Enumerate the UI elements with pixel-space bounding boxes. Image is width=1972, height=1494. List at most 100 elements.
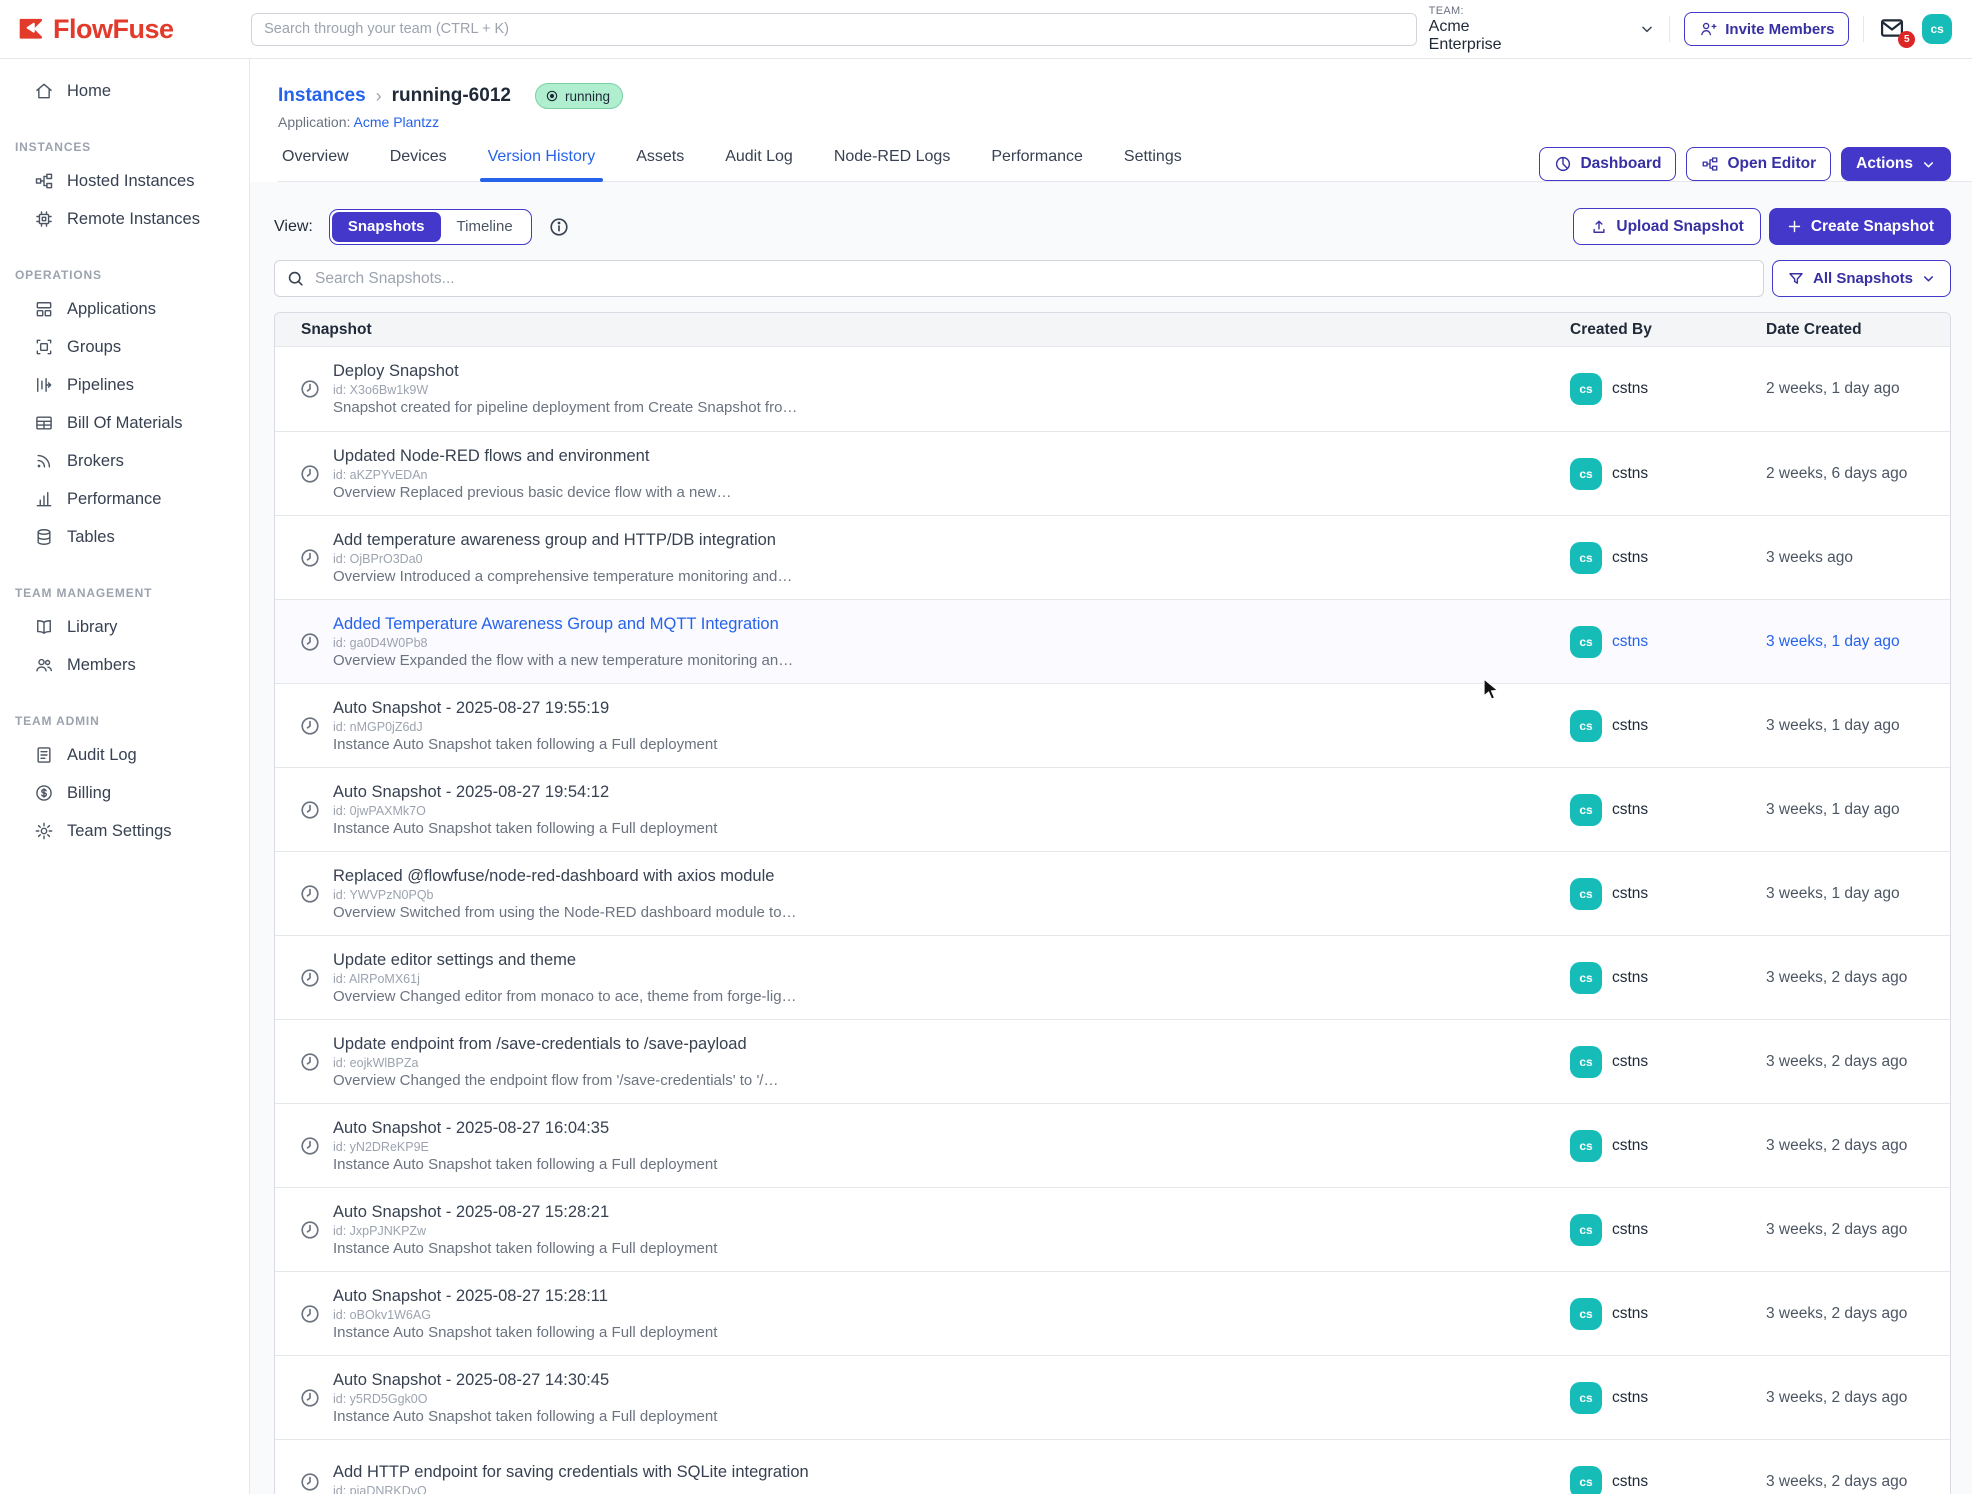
user-avatar[interactable]: cs (1922, 14, 1952, 44)
date-created: 3 weeks, 2 days ago (1766, 1389, 1950, 1407)
view-option-timeline[interactable]: Timeline (441, 212, 529, 242)
tab-node-red-logs[interactable]: Node-RED Logs (832, 148, 953, 181)
table-row[interactable]: Auto Snapshot - 2025-08-27 19:55:19 id: … (275, 683, 1950, 767)
sidebar-item-team-settings[interactable]: Team Settings (0, 812, 249, 850)
sidebar-item-home[interactable]: Home (0, 72, 249, 110)
sidebar-item-groups[interactable]: Groups (0, 328, 249, 366)
sidebar-item-label: Tables (67, 528, 115, 547)
sidebar-item-label: Remote Instances (67, 210, 200, 229)
table-row[interactable]: Add temperature awareness group and HTTP… (275, 515, 1950, 599)
team-search-input[interactable] (251, 13, 1417, 46)
table-row[interactable]: Updated Node-RED flows and environment i… (275, 431, 1950, 515)
team-selector[interactable]: TEAM: Acme Enterprise (1429, 5, 1656, 54)
sidebar-item-hosted-instances[interactable]: Hosted Instances (0, 162, 249, 200)
snapshot-name[interactable]: Auto Snapshot - 2025-08-27 19:55:19 (333, 699, 717, 718)
creator-name: cstns (1612, 885, 1648, 903)
snapshot-name[interactable]: Add temperature awareness group and HTTP… (333, 531, 792, 550)
chevron-down-icon (1921, 271, 1936, 286)
home-icon (34, 81, 54, 101)
tab-audit-log[interactable]: Audit Log (723, 148, 795, 181)
table-row[interactable]: Auto Snapshot - 2025-08-27 14:30:45 id: … (275, 1355, 1950, 1439)
tab-performance[interactable]: Performance (989, 148, 1085, 181)
dashboard-button[interactable]: Dashboard (1539, 147, 1676, 181)
snapshot-name[interactable]: Auto Snapshot - 2025-08-27 14:30:45 (333, 1371, 717, 1390)
create-snapshot-button[interactable]: Create Snapshot (1769, 208, 1951, 245)
table-row[interactable]: Auto Snapshot - 2025-08-27 15:28:11 id: … (275, 1271, 1950, 1355)
breadcrumb-instances-link[interactable]: Instances (278, 85, 366, 107)
sidebar-item-billing[interactable]: Billing (0, 774, 249, 812)
snapshot-name[interactable]: Auto Snapshot - 2025-08-27 15:28:21 (333, 1203, 717, 1222)
snapshot-name[interactable]: Auto Snapshot - 2025-08-27 19:54:12 (333, 783, 717, 802)
snapshot-name[interactable]: Update endpoint from /save-credentials t… (333, 1035, 778, 1054)
sidebar-item-brokers[interactable]: Brokers (0, 442, 249, 480)
open-editor-button[interactable]: Open Editor (1686, 147, 1831, 181)
invite-members-button[interactable]: Invite Members (1684, 12, 1849, 46)
tab-overview[interactable]: Overview (280, 148, 351, 181)
flowfuse-logo-icon (18, 16, 45, 43)
snapshot-name[interactable]: Added Temperature Awareness Group and MQ… (333, 615, 793, 634)
table-row[interactable]: Auto Snapshot - 2025-08-27 16:04:35 id: … (275, 1103, 1950, 1187)
actions-button[interactable]: Actions (1841, 147, 1951, 181)
sidebar-item-performance[interactable]: Performance (0, 480, 249, 518)
invite-members-label: Invite Members (1725, 21, 1834, 38)
date-created: 3 weeks, 1 day ago (1766, 717, 1950, 735)
billing-icon (34, 783, 54, 803)
snapshot-name[interactable]: Deploy Snapshot (333, 362, 797, 381)
snapshot-name[interactable]: Auto Snapshot - 2025-08-27 15:28:11 (333, 1287, 717, 1306)
snapshot-name[interactable]: Auto Snapshot - 2025-08-27 16:04:35 (333, 1119, 717, 1138)
brokers-icon (34, 451, 54, 471)
snapshot-search-input[interactable] (274, 260, 1764, 297)
date-created: 3 weeks, 2 days ago (1766, 1053, 1950, 1071)
date-created: 2 weeks, 1 day ago (1766, 380, 1950, 398)
table-row[interactable]: Deploy Snapshot id: X3o6Bw1k9W Snapshot … (275, 347, 1950, 431)
table-row[interactable]: Added Temperature Awareness Group and MQ… (275, 599, 1950, 683)
divider (1669, 16, 1670, 42)
table-row[interactable]: Auto Snapshot - 2025-08-27 15:28:21 id: … (275, 1187, 1950, 1271)
table-row[interactable]: Add HTTP endpoint for saving credentials… (275, 1439, 1950, 1494)
application-link[interactable]: Acme Plantzz (354, 114, 440, 130)
sidebar-item-pipelines[interactable]: Pipelines (0, 366, 249, 404)
sidebar-item-library[interactable]: Library (0, 608, 249, 646)
snapshot-id: id: OjBPrO3Da0 (333, 552, 792, 566)
chevron-down-icon (1921, 157, 1936, 172)
sidebar-item-members[interactable]: Members (0, 646, 249, 684)
table-row[interactable]: Update endpoint from /save-credentials t… (275, 1019, 1950, 1103)
sidebar-item-remote-instances[interactable]: Remote Instances (0, 200, 249, 238)
date-created: 3 weeks ago (1766, 549, 1950, 567)
sidebar-item-tables[interactable]: Tables (0, 518, 249, 556)
sidebar-item-label: Billing (67, 784, 111, 803)
info-icon[interactable] (548, 216, 570, 238)
breadcrumb-separator: › (376, 86, 382, 107)
snapshot-name[interactable]: Updated Node-RED flows and environment (333, 447, 732, 466)
snapshot-name[interactable]: Update editor settings and theme (333, 951, 797, 970)
snapshot-id: id: yN2DReKP9E (333, 1140, 717, 1154)
creator-name: cstns (1612, 1221, 1648, 1239)
tab-assets[interactable]: Assets (634, 148, 686, 181)
tab-devices[interactable]: Devices (388, 148, 449, 181)
table-row[interactable]: Update editor settings and theme id: AlR… (275, 935, 1950, 1019)
snapshot-filter-label: All Snapshots (1813, 270, 1913, 287)
upload-icon (1590, 218, 1608, 236)
sidebar-item-audit-log[interactable]: Audit Log (0, 736, 249, 774)
sidebar-item-label: Team Settings (67, 822, 172, 841)
creator-avatar: cs (1570, 962, 1602, 994)
snapshot-name[interactable]: Add HTTP endpoint for saving credentials… (333, 1463, 809, 1482)
pie-chart-icon (1554, 155, 1572, 173)
table-row[interactable]: Replaced @flowfuse/node-red-dashboard wi… (275, 851, 1950, 935)
flowfuse-logo[interactable]: FlowFuse (18, 14, 237, 45)
snapshot-filter-dropdown[interactable]: All Snapshots (1772, 260, 1951, 297)
remote-instances-icon (34, 209, 54, 229)
running-status-icon (545, 89, 559, 103)
tab-version-history[interactable]: Version History (486, 148, 598, 181)
snapshot-name[interactable]: Replaced @flowfuse/node-red-dashboard wi… (333, 867, 797, 886)
notifications-button[interactable]: 5 (1878, 14, 1908, 44)
date-created: 3 weeks, 2 days ago (1766, 1221, 1950, 1239)
upload-snapshot-button[interactable]: Upload Snapshot (1573, 208, 1760, 245)
view-option-snapshots[interactable]: Snapshots (332, 212, 441, 242)
sidebar-item-label: Audit Log (67, 746, 137, 765)
creator-name: cstns (1612, 380, 1648, 398)
sidebar-item-bill-of-materials[interactable]: Bill Of Materials (0, 404, 249, 442)
table-row[interactable]: Auto Snapshot - 2025-08-27 19:54:12 id: … (275, 767, 1950, 851)
sidebar-item-applications[interactable]: Applications (0, 290, 249, 328)
tab-settings[interactable]: Settings (1122, 148, 1184, 181)
